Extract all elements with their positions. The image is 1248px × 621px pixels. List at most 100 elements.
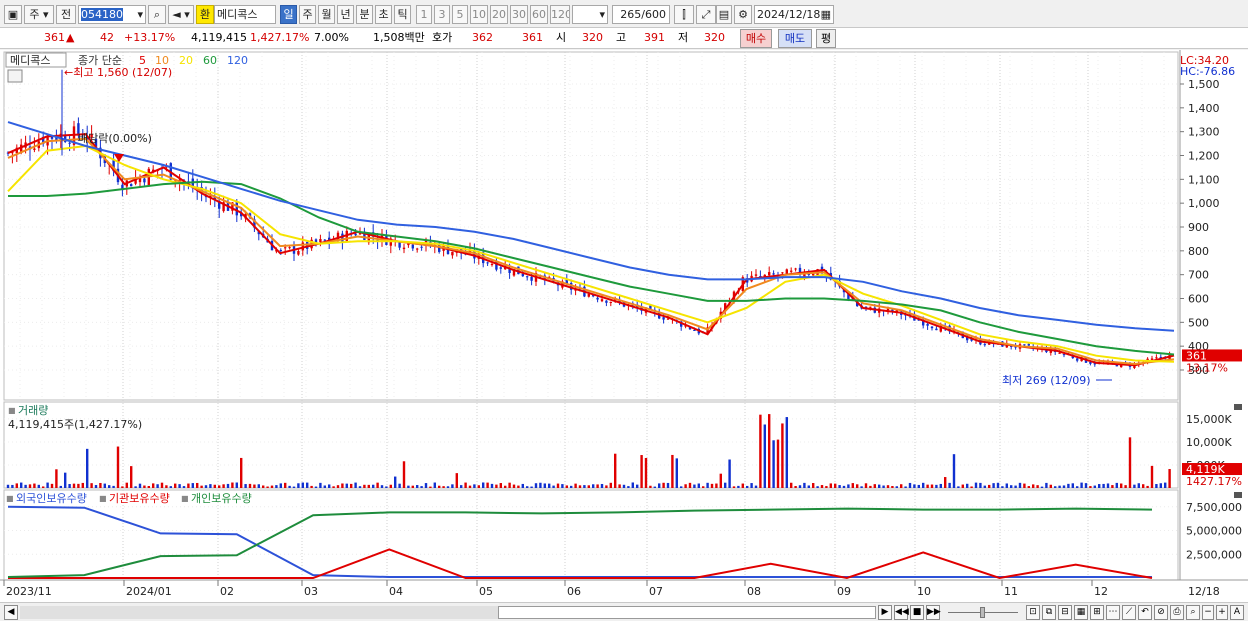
gear-icon[interactable]: ⚙ <box>734 5 752 24</box>
volume-bar <box>754 485 758 488</box>
chart-pane-1[interactable] <box>3 51 1179 401</box>
candle-body <box>288 247 291 249</box>
volume-pane-close-icon[interactable] <box>1234 404 1242 410</box>
period-tab[interactable]: 초 <box>375 5 392 24</box>
chart-pane-2[interactable] <box>3 401 1179 489</box>
period-tab[interactable]: 일 <box>280 5 297 24</box>
volume-bar <box>543 483 546 488</box>
stock-code-input[interactable]: 054180 ▾ <box>78 5 146 24</box>
scroll-thumb[interactable] <box>498 606 876 619</box>
speaker-icon[interactable]: ◄ ▾ <box>168 5 194 24</box>
price-tick-label: 500 <box>1188 316 1209 329</box>
interval-tab[interactable]: 120 <box>550 5 570 24</box>
scroll-track[interactable] <box>20 606 498 619</box>
volume-bar <box>860 486 863 488</box>
chart-pane-3[interactable] <box>3 489 1179 581</box>
holding-legend-icon: ■ <box>99 494 107 503</box>
ruler-icon[interactable]: ⋯ <box>1106 605 1120 620</box>
x-axis-label: 10 <box>917 585 931 598</box>
data-count-value: 265 <box>620 8 642 21</box>
low-price-note: 최저 269 (12/09) <box>1002 374 1091 387</box>
volume-bar <box>1049 484 1052 488</box>
interval-tab[interactable]: 10 <box>470 5 488 24</box>
print-icon[interactable]: ⎙ <box>1170 605 1184 620</box>
window-menu-icon[interactable]: ▣ <box>4 5 22 24</box>
volume-bar <box>512 484 516 488</box>
stop-icon[interactable]: ■ <box>910 605 924 620</box>
chart-svg[interactable]: 1,500 1,400 1,300 1,200 1,100 1,000 900 800 700 6… <box>0 50 1248 602</box>
interval-tab[interactable]: 5 <box>452 5 468 24</box>
lock-icon[interactable]: ⊘ <box>1154 605 1168 620</box>
chart-scrollbar[interactable]: ◀ ▶ ◀◀ ■ ▶▶ ⊡ ⧉ ⊟ ▦ ⊞ ⋯ ⟋ ↶ ⊘ ⎙ ⌕ − + A <box>0 602 1248 621</box>
buy-button[interactable]: 매수 <box>740 29 772 48</box>
magnifier-icon[interactable]: ⌕ <box>1186 605 1200 620</box>
period-tab[interactable]: 월 <box>318 5 335 24</box>
data-count-field[interactable]: 265/600 <box>612 5 670 24</box>
candle-body <box>530 276 533 281</box>
holding-pane-close-icon[interactable] <box>1234 492 1242 498</box>
period-tab[interactable]: 틱 <box>394 5 411 24</box>
interval-tab[interactable]: 20 <box>490 5 508 24</box>
grid-icon[interactable]: ▦ <box>1074 605 1088 620</box>
volume-bar <box>671 454 674 488</box>
volume-tick-label: 10,000K <box>1186 436 1232 449</box>
period-tab[interactable]: 년 <box>337 5 354 24</box>
volume-exchange-button[interactable]: 환 <box>196 5 214 24</box>
volume-bar <box>112 485 115 488</box>
interval-tab[interactable]: 1 <box>416 5 432 24</box>
draw-tool-icon[interactable]: ⤢ <box>696 5 716 24</box>
candle-body <box>521 273 524 277</box>
undo-icon[interactable]: ↶ <box>1138 605 1152 620</box>
date-input[interactable]: 2024/12/18 ▦ <box>754 5 834 24</box>
calendar-icon[interactable]: ▦ <box>821 6 833 23</box>
line-tool-icon[interactable]: ⟋ <box>1122 605 1136 620</box>
sell-button[interactable]: 매도 <box>778 29 812 48</box>
play-back-icon[interactable]: ◀◀ <box>894 605 909 620</box>
candle-type-icon[interactable]: ⫿ <box>674 5 694 24</box>
volume-bar <box>358 486 362 488</box>
font-size-icon[interactable]: A <box>1230 605 1244 620</box>
volume-bar <box>328 484 331 488</box>
chart-type-icon[interactable]: ⊞ <box>1090 605 1104 620</box>
compare-icon[interactable]: ⊟ <box>1058 605 1072 620</box>
candle-body <box>754 274 758 276</box>
candle-body <box>1076 358 1079 361</box>
volume-bar <box>508 482 511 488</box>
volume-bar <box>482 482 485 488</box>
candle-body <box>605 300 608 303</box>
zoom-out-icon[interactable]: − <box>1202 605 1214 620</box>
chevron-down-icon[interactable]: ▾ <box>137 6 145 23</box>
volume-bar <box>820 485 824 488</box>
period-tab[interactable]: 주 <box>299 5 316 24</box>
candle-body <box>781 272 784 274</box>
crosshair-icon[interactable]: ⊡ <box>1026 605 1040 620</box>
market-kind-select[interactable]: 주 ▾ <box>24 5 54 24</box>
chart-area[interactable]: 1,500 1,400 1,300 1,200 1,100 1,000 900 800 700 6… <box>0 50 1248 602</box>
volume-bar <box>345 483 348 488</box>
volume-bar <box>200 485 203 488</box>
volume-bar <box>966 483 969 488</box>
scroll-left-icon[interactable]: ◀ <box>4 605 18 620</box>
evaluation-button[interactable]: 평 <box>816 29 836 48</box>
volume-bar <box>935 484 938 488</box>
search-icon[interactable]: ⌕ <box>148 5 166 24</box>
period-tab[interactable]: 분 <box>356 5 373 24</box>
volume-bar <box>917 484 920 488</box>
zoom-in-icon[interactable]: + <box>1216 605 1228 620</box>
prev-stock-button[interactable]: 전 <box>56 5 76 24</box>
volume-bar <box>728 459 731 488</box>
play-forward-icon[interactable]: ▶▶ <box>926 605 941 620</box>
interval-tab[interactable]: 3 <box>434 5 450 24</box>
interval-custom-input[interactable]: ▾ <box>572 5 608 24</box>
interval-tab[interactable]: 30 <box>510 5 528 24</box>
x-axis-label: 07 <box>649 585 663 598</box>
zoom-slider-handle[interactable] <box>980 607 985 618</box>
scroll-right-icon[interactable]: ▶ <box>878 605 892 620</box>
table-toggle-icon[interactable] <box>7 69 23 83</box>
overlay-icon[interactable]: ⧉ <box>1042 605 1056 620</box>
volume-pct: 1,427.17% <box>250 31 310 44</box>
save-icon[interactable]: ▤ <box>716 5 732 24</box>
interval-tab[interactable]: 60 <box>530 5 548 24</box>
x-axis-label: 03 <box>304 585 318 598</box>
volume-bar <box>1032 484 1035 488</box>
